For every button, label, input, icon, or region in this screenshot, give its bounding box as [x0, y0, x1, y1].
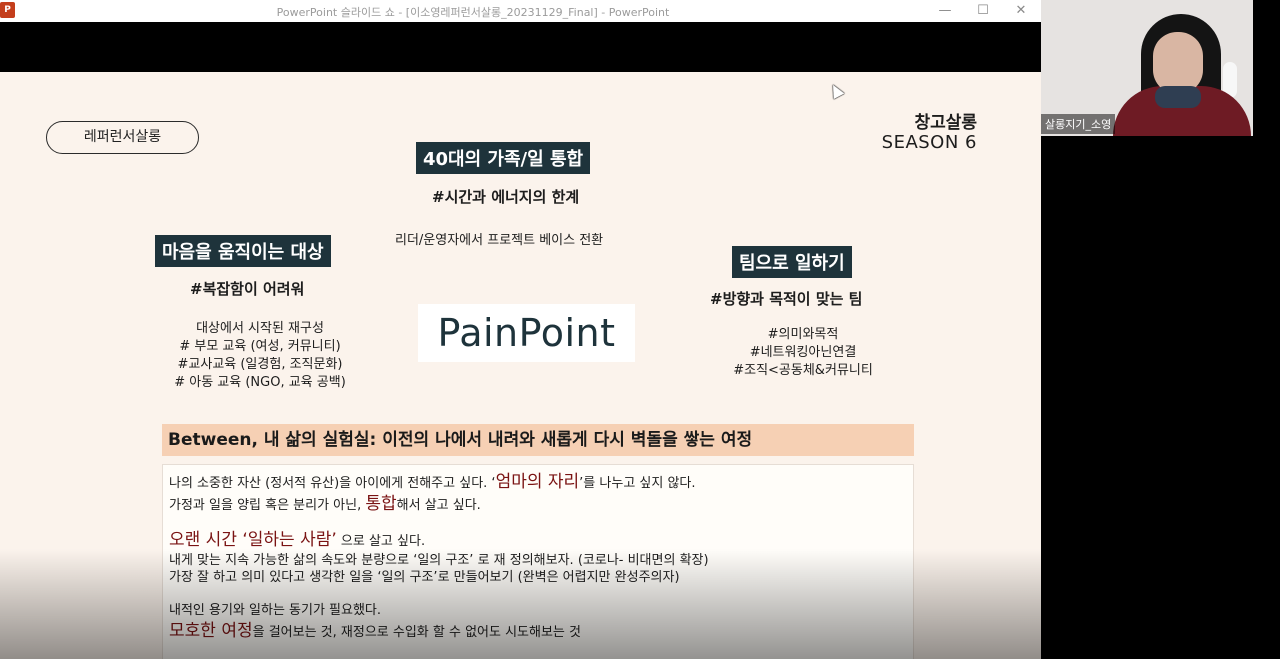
- body-line-3: 오랜 시간 ‘일하는 사람’ 으로 살고 싶다.: [169, 530, 907, 552]
- list-item: 대상에서 시작된 재구성: [196, 321, 324, 336]
- list-item: # 아동 교육 (NGO, 교육 공백): [174, 375, 346, 390]
- slide-canvas[interactable]: 레퍼런서살롱 창고살롱 SEASON 6 40대의 가족/일 통합 #시간과 에…: [0, 72, 1041, 659]
- body-line-2: 가정과 일을 양립 혹은 분리가 아닌, 통합해서 살고 싶다.: [169, 494, 907, 516]
- highlight-text: 모호한 여정: [169, 621, 253, 641]
- speaker-face: [1153, 32, 1203, 94]
- highlight-text: 통합: [365, 494, 397, 514]
- left-topic-label: 마음을 움직이는 대상: [155, 235, 331, 267]
- list-item: #조직<공동체&커뮤니티: [733, 363, 873, 378]
- between-heading-bar: Between, 내 삶의 실험실: 이전의 나에서 내려와 새롭게 다시 벽돌…: [162, 424, 914, 456]
- season-subtitle: SEASON 6: [881, 132, 977, 153]
- maximize-button[interactable]: ☐: [964, 0, 1002, 22]
- body-text: 을 걸어보는 것, 재정으로 수입화 할 수 없어도 시도해보는 것: [252, 625, 581, 640]
- center-hashtag: #시간과 에너지의 한계: [432, 188, 580, 206]
- window-title: PowerPoint 슬라이드 쇼 - [이소영레퍼런서살롱_20231129_…: [276, 6, 670, 19]
- right-list: #의미와목적 #네트워킹아닌연결 #조직<공동체&커뮤니티: [703, 326, 903, 380]
- body-line-6: 내적인 용기와 일하는 동기가 필요했다.: [169, 603, 382, 618]
- body-text: 으로 살고 싶다.: [336, 534, 426, 549]
- participant-name-label: 살롱지기_소영: [1041, 114, 1116, 134]
- body-line-5: 가장 잘 하고 의미 있다고 생각한 일을 ‘일의 구조’로 만들어보기 (완벽…: [169, 570, 680, 585]
- minimize-button[interactable]: —: [926, 0, 964, 22]
- left-list: 대상에서 시작된 재구성 # 부모 교육 (여성, 커뮤니티) #교사교육 (일…: [150, 320, 370, 392]
- speaker-scarf: [1155, 86, 1201, 108]
- left-hashtag: #복잡함이 어려워: [190, 280, 305, 298]
- salon-pill-label: 레퍼런서살롱: [46, 121, 199, 154]
- body-text: 해서 살고 싶다.: [396, 498, 481, 513]
- body-line-7: 모호한 여정을 걸어보는 것, 재정으로 수입화 할 수 없어도 시도해보는 것: [169, 621, 907, 643]
- close-button[interactable]: ✕: [1002, 0, 1040, 22]
- highlight-text: 엄마의 자리: [495, 472, 580, 492]
- body-text: 가정과 일을 양립 혹은 분리가 아닌,: [169, 498, 366, 513]
- list-item: #의미와목적: [767, 327, 839, 342]
- body-text: ’를 나누고 싶지 않다.: [579, 476, 696, 491]
- right-hashtag: #방향과 목적이 맞는 팀: [710, 290, 863, 308]
- list-item: # 부모 교육 (여성, 커뮤니티): [179, 339, 341, 354]
- slideshow-letterbox: [0, 22, 1041, 72]
- list-item: #교사교육 (일경험, 조직문화): [177, 357, 343, 372]
- list-item: #네트워킹아닌연결: [749, 345, 857, 360]
- body-text-box: 나의 소중한 자산 (정서적 유산)을 아이에게 전해주고 싶다. ‘엄마의 자…: [162, 464, 914, 659]
- center-topic-label: 40대의 가족/일 통합: [416, 142, 591, 174]
- right-topic-label: 팀으로 일하기: [732, 246, 852, 278]
- body-line-4: 내게 맞는 지속 가능한 삶의 속도와 분량으로 ‘일의 구조’ 로 재 정의해…: [169, 553, 709, 568]
- body-line-1: 나의 소중한 자산 (정서적 유산)을 아이에게 전해주고 싶다. ‘엄마의 자…: [169, 472, 907, 494]
- body-text: 나의 소중한 자산 (정서적 유산)을 아이에게 전해주고 싶다. ‘: [169, 476, 496, 491]
- center-text: 리더/운영자에서 프로젝트 베이스 전환: [395, 233, 604, 248]
- window-titlebar: P PowerPoint 슬라이드 쇼 - [이소영레퍼런서살롱_2023112…: [0, 0, 1041, 22]
- painpoint-logo: PainPoint: [418, 304, 635, 362]
- season-title: 창고살롱: [914, 113, 977, 133]
- highlight-text: 오랜 시간 ‘일하는 사람’: [169, 530, 337, 550]
